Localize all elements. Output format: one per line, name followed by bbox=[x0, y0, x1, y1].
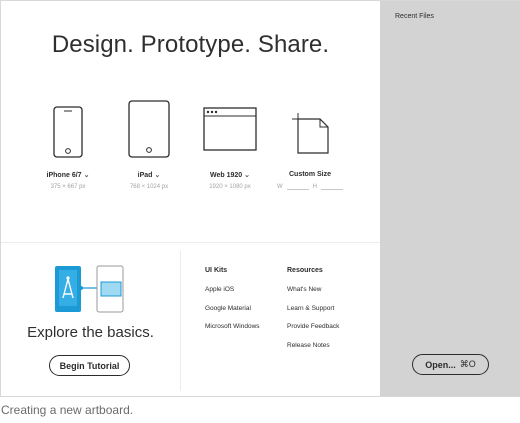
preset-iphone[interactable]: iPhone 6/7 ⌄ 375 × 667 px bbox=[26, 96, 110, 190]
begin-tutorial-button[interactable]: Begin Tutorial bbox=[49, 355, 130, 376]
chevron-down-icon[interactable]: ⌄ bbox=[244, 171, 250, 179]
preset-web-1920[interactable]: Web 1920 ⌄ 1920 × 1080 px bbox=[188, 96, 272, 190]
open-button[interactable]: Open... ⌘O bbox=[412, 354, 489, 375]
custom-width-field[interactable] bbox=[286, 183, 309, 190]
open-button-label: Open... bbox=[425, 359, 456, 370]
ui-kit-link-google-material[interactable]: Google Material bbox=[205, 305, 260, 312]
open-shortcut: ⌘O bbox=[459, 359, 476, 369]
height-label: H bbox=[312, 184, 317, 190]
resource-link-learn-support[interactable]: Learn & Support bbox=[287, 305, 339, 312]
preset-name: Custom Size bbox=[288, 171, 331, 178]
ui-kits-title: UI Kits bbox=[205, 267, 228, 274]
ui-kit-link-apple-ios[interactable]: Apple iOS bbox=[205, 286, 260, 293]
column-divider bbox=[180, 251, 181, 391]
width-label: W bbox=[276, 184, 283, 190]
recent-files-sidebar: Recent Files Open... ⌘O bbox=[380, 1, 520, 396]
browser-window-icon bbox=[188, 96, 272, 158]
start-screen-window: Design. Prototype. Share. iPhone 6/7 ⌄ 3… bbox=[0, 0, 520, 397]
preset-dimensions: 768 × 1024 px bbox=[129, 184, 169, 190]
resource-link-whats-new[interactable]: What's New bbox=[287, 286, 339, 293]
tablet-icon bbox=[107, 96, 191, 158]
recent-files-title: Recent Files bbox=[395, 13, 434, 20]
preset-dimensions: 375 × 667 px bbox=[50, 184, 86, 190]
figure-caption: Creating a new artboard. bbox=[1, 403, 134, 417]
section-divider bbox=[1, 242, 380, 243]
chevron-down-icon[interactable]: ⌄ bbox=[154, 171, 160, 179]
ui-kit-link-microsoft-windows[interactable]: Microsoft Windows bbox=[205, 323, 260, 330]
phone-icon bbox=[26, 96, 110, 158]
resource-link-release-notes[interactable]: Release Notes bbox=[287, 342, 339, 349]
resource-link-provide-feedback[interactable]: Provide Feedback bbox=[287, 323, 339, 330]
preset-name: iPhone 6/7 bbox=[46, 171, 82, 179]
preset-ipad[interactable]: iPad ⌄ 768 × 1024 px bbox=[107, 96, 191, 190]
preset-name: iPad bbox=[137, 171, 153, 179]
preset-dimensions: 1920 × 1080 px bbox=[209, 184, 251, 190]
preset-custom-size[interactable]: Custom Size W H bbox=[268, 96, 352, 190]
custom-height-field[interactable] bbox=[321, 183, 343, 190]
start-screen-main: Design. Prototype. Share. iPhone 6/7 ⌄ 3… bbox=[1, 1, 380, 396]
tutorial-illustration bbox=[51, 264, 131, 321]
ui-kits-list: UI Kits Apple iOS Google Material Micros… bbox=[205, 267, 260, 342]
custom-artboard-icon bbox=[268, 96, 352, 158]
preset-name: Web 1920 bbox=[209, 171, 243, 179]
tutorial-heading: Explore the basics. bbox=[27, 324, 154, 341]
chevron-down-icon[interactable]: ⌄ bbox=[84, 171, 90, 179]
resources-list: Resources What's New Learn & Support Pro… bbox=[287, 267, 339, 360]
headline: Design. Prototype. Share. bbox=[51, 31, 330, 58]
resources-title: Resources bbox=[287, 267, 323, 274]
